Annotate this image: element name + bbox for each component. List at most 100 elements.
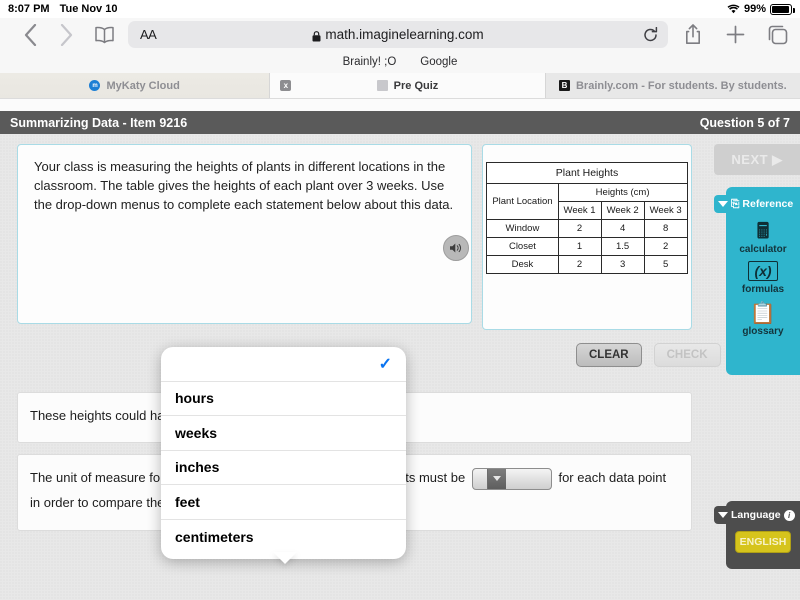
reference-item-label: calculator [739, 244, 786, 255]
status-date: Tue Nov 10 [60, 3, 118, 15]
reference-panel: ⎘ Reference 🖩 calculator (x) formulas 📋 … [726, 187, 800, 375]
reference-item-calculator[interactable]: 🖩 calculator [726, 219, 800, 255]
speaker-icon[interactable] [443, 235, 469, 261]
book-icon[interactable] [84, 26, 124, 44]
dropdown-popover[interactable]: ✓ hours weeks inches feet centimeters [161, 347, 406, 559]
tab-brainly[interactable]: B Brainly.com - For students. By student… [546, 73, 800, 98]
column-header: Week 2 [601, 202, 644, 220]
share-icon[interactable] [672, 24, 714, 45]
dropdown-option-inches[interactable]: inches [161, 451, 406, 486]
mykaty-favicon: m [89, 80, 100, 91]
question-text: Your class is measuring the heights of p… [34, 159, 453, 212]
info-icon[interactable]: i [784, 510, 795, 521]
reference-item-formulas[interactable]: (x) formulas [726, 261, 800, 295]
activity-header: Summarizing Data - Item 9216 Question 5 … [0, 111, 800, 134]
dropdown-value [473, 469, 487, 489]
bookmarks-bar: Brainly! ;O Google [0, 51, 800, 73]
forward-button[interactable] [48, 24, 84, 46]
language-panel: Language i ENGLISH [726, 501, 800, 569]
reference-item-glossary[interactable]: 📋 glossary [726, 301, 800, 337]
cell-value: 2 [644, 238, 687, 256]
battery-icon [770, 4, 792, 15]
address-bar[interactable]: AA math.imaginelearning.com [128, 21, 668, 48]
cell-value: 1 [558, 238, 601, 256]
cell-value: 1.5 [601, 238, 644, 256]
url-display: math.imaginelearning.com [128, 27, 668, 42]
units-consistency-dropdown[interactable] [472, 468, 552, 490]
back-button[interactable] [12, 24, 48, 46]
language-english-button[interactable]: ENGLISH [735, 531, 791, 553]
prequiz-favicon [377, 80, 388, 91]
reference-item-label: formulas [742, 284, 784, 295]
next-label: NEXT [731, 152, 768, 167]
table-title: Plant Heights [487, 163, 687, 184]
chevron-down-icon [487, 469, 506, 489]
browser-toolbar: AA math.imaginelearning.com [0, 18, 800, 51]
table-title-row: Plant Heights [487, 163, 687, 184]
language-title: Language [731, 509, 781, 521]
dropdown-option-feet[interactable]: feet [161, 485, 406, 520]
wifi-icon [727, 4, 740, 14]
glossary-icon: 📋 [750, 301, 776, 326]
status-right-cluster: 99% [727, 3, 792, 15]
dropdown-option-blank[interactable]: ✓ [161, 347, 406, 382]
calculator-icon: 🖩 [757, 219, 770, 244]
dropdown-option-hours[interactable]: hours [161, 382, 406, 417]
reload-icon[interactable] [643, 27, 658, 43]
play-triangle-icon: ▶ [772, 152, 783, 168]
tab-label: Pre Quiz [394, 80, 439, 92]
option-label: weeks [175, 425, 217, 441]
column-header: Week 1 [558, 202, 601, 220]
bookmark-brainly[interactable]: Brainly! ;O [343, 56, 397, 68]
tab-pre-quiz[interactable]: x Pre Quiz [270, 73, 544, 98]
battery-percent: 99% [744, 3, 766, 15]
caret-down-icon [718, 512, 728, 518]
screen: 8:07 PM Tue Nov 10 99% AA math.ima [0, 0, 800, 600]
formulas-icon: (x) [748, 261, 777, 281]
toolbar-right-cluster [672, 24, 800, 45]
question-counter: Question 5 of 7 [700, 116, 790, 130]
table-row: Closet 1 1.5 2 [487, 238, 687, 256]
reference-title: Reference [742, 198, 793, 210]
next-button[interactable]: NEXT ▶ [714, 144, 800, 175]
column-header: Week 3 [644, 202, 687, 220]
row-location: Closet [487, 238, 558, 256]
row-location: Desk [487, 256, 558, 274]
language-panel-toggle[interactable]: Language i [714, 506, 800, 524]
web-page-content: Summarizing Data - Item 9216 Question 5 … [0, 99, 800, 600]
check-icon: ✓ [379, 354, 392, 374]
ios-status-bar: 8:07 PM Tue Nov 10 99% [0, 0, 800, 18]
table-row: Desk 2 3 5 [487, 256, 687, 274]
tab-label: MyKaty Cloud [106, 80, 179, 92]
reference-item-label: glossary [742, 326, 783, 337]
popover-tail [273, 552, 297, 564]
reference-item-list: 🖩 calculator (x) formulas 📋 glossary [726, 219, 800, 343]
close-icon[interactable]: x [280, 80, 291, 91]
tab-strip: m MyKaty Cloud x Pre Quiz B Brainly.com … [0, 73, 800, 99]
row-header-label: Plant Location [487, 184, 558, 220]
bookmark-google[interactable]: Google [420, 56, 457, 68]
status-time: 8:07 PM [8, 3, 50, 15]
row-location: Window [487, 220, 558, 238]
option-label: feet [175, 494, 200, 510]
action-button-row: CLEAR CHECK [576, 343, 721, 367]
tab-label: Brainly.com - For students. By students. [576, 80, 787, 92]
brainly-favicon: B [559, 80, 570, 91]
cell-value: 3 [601, 256, 644, 274]
group-header: Heights (cm) [558, 184, 687, 202]
question-prompt-card: Your class is measuring the heights of p… [17, 144, 472, 324]
option-label: centimeters [175, 529, 254, 545]
check-button[interactable]: CHECK [654, 343, 721, 367]
page-title: Summarizing Data - Item 9216 [10, 116, 187, 130]
tab-mykaty-cloud[interactable]: m MyKaty Cloud [0, 73, 269, 98]
option-label: hours [175, 390, 214, 406]
plus-icon[interactable] [714, 25, 756, 44]
url-text: math.imaginelearning.com [325, 27, 483, 42]
cell-value: 4 [601, 220, 644, 238]
tabs-icon[interactable] [756, 25, 800, 45]
dropdown-option-weeks[interactable]: weeks [161, 416, 406, 451]
reference-panel-toggle[interactable]: ⎘ Reference [714, 195, 800, 213]
dropdown-option-centimeters[interactable]: centimeters [161, 520, 406, 555]
caret-down-icon [718, 201, 728, 207]
clear-button[interactable]: CLEAR [576, 343, 642, 367]
